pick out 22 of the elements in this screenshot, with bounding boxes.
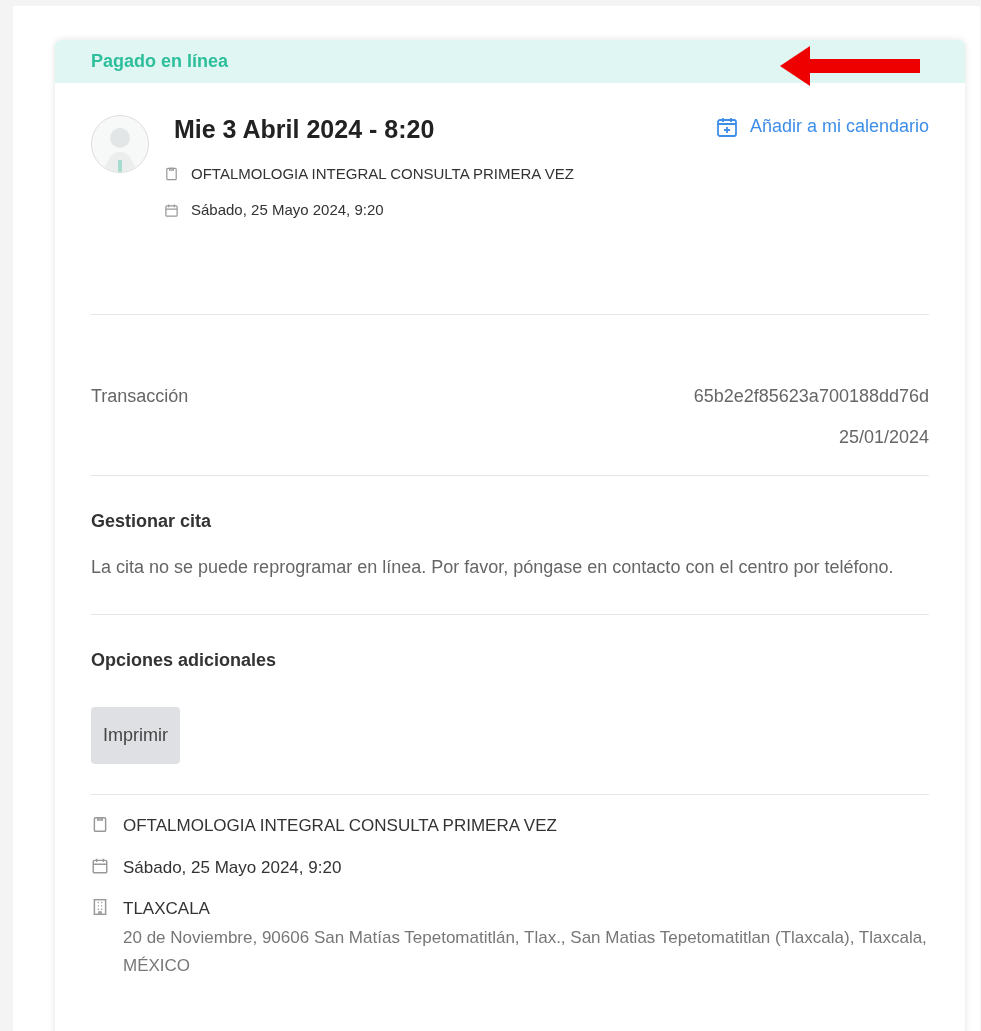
- clipboard-icon: [91, 815, 109, 833]
- date-text: Sábado, 25 Mayo 2024, 9:20: [191, 200, 384, 220]
- building-icon: [91, 898, 109, 916]
- address-text: 20 de Noviembre, 90606 San Matías Tepetomatitlán, Tlax., San Matias Tepetomatitlan (Tlaxcala), Tlaxcala, MÉXICO: [123, 926, 928, 977]
- status-label: Pagado en línea: [91, 50, 229, 73]
- section-heading: Gestionar cita: [91, 510, 213, 533]
- service-text: OFTALMOLOGIA INTEGRAL CONSULTA PRIMERA VEZ: [191, 163, 574, 184]
- clipboard-icon: [164, 166, 179, 182]
- calendar-icon: [91, 856, 109, 875]
- calendar-icon: [164, 202, 179, 218]
- place-name: TLAXCALA: [123, 898, 211, 920]
- transaction-label: Transacción: [91, 385, 189, 408]
- transaction-date: 25/01/2024: [838, 426, 929, 449]
- calendar-add-icon: [715, 115, 738, 138]
- manage-message: La cita no se puede reprogramar en línea. Por favor, póngase en contacto con el centro por teléfono.: [91, 556, 895, 579]
- section-heading: Opciones adicionales: [91, 649, 278, 672]
- print-button[interactable]: Imprimir: [91, 707, 180, 764]
- service-text: OFTALMOLOGIA INTEGRAL CONSULTA PRIMERA VEZ: [123, 815, 557, 837]
- date-text: Sábado, 25 Mayo 2024, 9:20: [123, 856, 342, 879]
- transaction-id: 65b2e2f85623a700188dd76d: [693, 385, 929, 408]
- appointment-title: Mie 3 Abril 2024 - 8:20: [174, 114, 435, 145]
- add-to-calendar-link[interactable]: Añadir a mi calendario: [715, 113, 929, 140]
